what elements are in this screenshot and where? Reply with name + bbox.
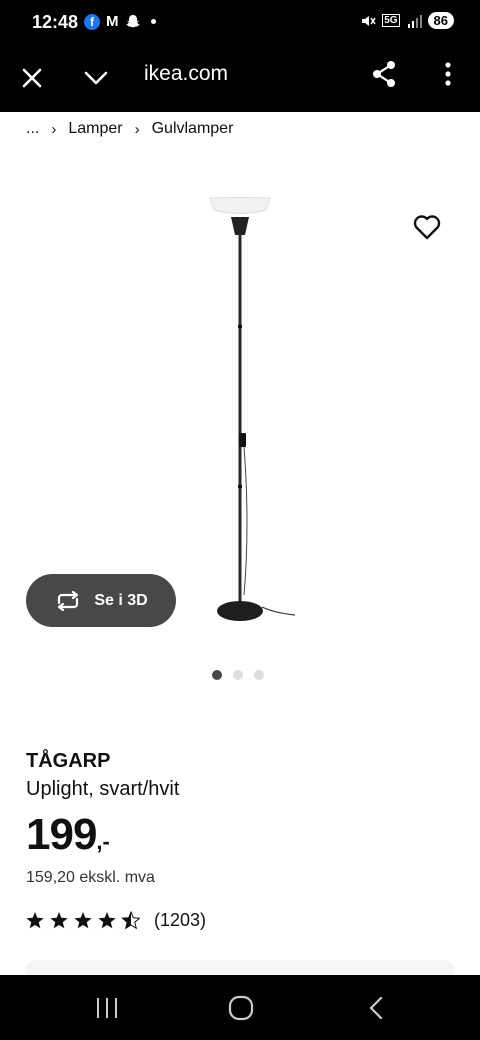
battery-level: 86 [427,12,454,29]
url-text[interactable]: ikea.com [144,62,228,86]
gmail-icon: M [106,13,119,30]
price-ex-vat: 159,20 ekskl. mva [26,869,155,886]
carousel-dot[interactable] [212,670,222,680]
recent-apps-icon[interactable] [92,995,122,1021]
chevron-down-icon[interactable] [82,64,110,92]
heart-icon[interactable] [412,212,442,242]
price-value: 199 [26,810,97,859]
price-suffix: ,- [96,829,110,854]
view-3d-label: Se i 3D [94,591,148,609]
chevron-right-icon: › [51,120,57,138]
navigation-bar [0,975,480,1040]
product-description: Uplight, svart/hvit [26,778,180,800]
rating-stars [26,910,140,929]
breadcrumb-ellipsis[interactable]: ... [26,120,39,138]
product-name: TÅGARP [26,750,111,772]
breadcrumb-item-gulvlamper[interactable]: Gulvlamper [152,120,234,138]
star-icon [74,911,92,928]
status-bar: 12:48 f M 5G 86 [0,0,480,46]
review-count[interactable]: (1203) [154,910,206,931]
star-icon [26,911,44,928]
carousel-dot[interactable] [254,670,264,680]
view-3d-button[interactable]: Se i 3D [26,574,176,627]
product-image[interactable] [200,195,300,625]
carousel-dot[interactable] [233,670,243,680]
chevron-right-icon: › [134,120,140,138]
status-time: 12:48 [32,12,79,32]
facebook-icon: f [84,13,100,30]
system-icons: 5G 86 [360,12,454,29]
carousel-indicator [212,670,264,680]
star-icon [50,911,68,928]
breadcrumb-item-lamper[interactable]: Lamper [68,120,122,138]
home-icon[interactable] [226,995,256,1021]
rotate-icon [58,590,79,611]
product-price: 199 ,- [26,810,110,860]
browser-toolbar: ikea.com [0,46,480,112]
product-rating[interactable]: (1203) [26,910,206,931]
more-notifications-dot [150,19,156,24]
network-type: 5G [382,14,400,27]
star-icon [98,911,116,928]
breadcrumb: ... › Lamper › Gulvlamper [26,120,233,138]
snapchat-icon [125,14,140,27]
more-icon[interactable] [436,60,460,88]
close-icon[interactable] [18,64,46,92]
notification-icons: f M [84,13,156,30]
share-icon[interactable] [370,60,398,88]
mute-icon [362,15,376,26]
back-icon[interactable] [362,995,392,1021]
signal-icon [407,14,422,28]
